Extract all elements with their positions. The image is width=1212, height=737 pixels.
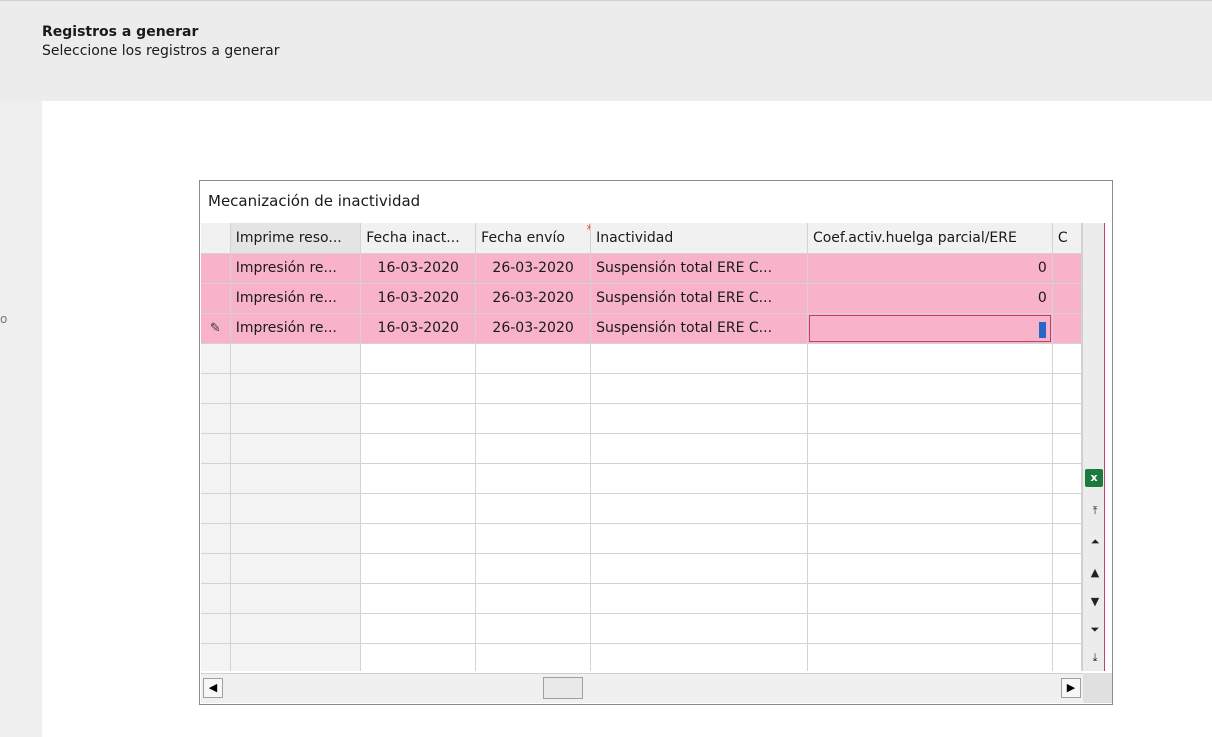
cell-imprime[interactable]: Impresión re... — [230, 283, 362, 314]
column-header-inactividad[interactable]: Inactividad — [590, 223, 808, 254]
page-up-button[interactable]: ⏶ — [1088, 534, 1102, 550]
panel-divider — [1104, 223, 1105, 671]
cell-fecha-envio[interactable]: 26-03-2020 — [475, 253, 592, 284]
empty-row[interactable] — [201, 583, 1082, 614]
inactivity-grid-panel: Mecanización de inactividad Imprime reso… — [199, 180, 1113, 705]
column-header-coef[interactable]: Coef.activ.huelga parcial/ERE — [807, 223, 1053, 254]
empty-row[interactable] — [201, 373, 1082, 404]
column-header-label: Fecha envío — [481, 229, 565, 246]
data-grid[interactable]: Imprime reso... Fecha inact... Fecha env… — [201, 223, 1082, 671]
left-strip: o — [0, 101, 42, 737]
cell-c[interactable] — [1052, 283, 1082, 314]
column-header-fecha-inactividad[interactable]: Fecha inact... — [360, 223, 477, 254]
cell-coef[interactable]: 0 — [807, 253, 1053, 284]
wizard-title: Registros a generar — [42, 24, 199, 40]
cell-imprime[interactable]: Impresión re... — [230, 313, 362, 344]
column-header-c[interactable]: C — [1052, 223, 1082, 254]
empty-row[interactable] — [201, 643, 1082, 671]
scroll-thumb[interactable] — [543, 677, 583, 699]
last-record-button[interactable]: ⤓ — [1088, 650, 1102, 666]
cell-imprime[interactable]: Impresión re... — [230, 253, 362, 284]
empty-row[interactable] — [201, 433, 1082, 464]
first-record-button[interactable]: ⤒ — [1088, 503, 1102, 519]
row-selector[interactable] — [201, 253, 231, 284]
cell-fecha-inactividad[interactable]: 16-03-2020 — [360, 253, 477, 284]
side-glyph: o — [0, 312, 8, 326]
row-selector[interactable]: ✎ — [201, 313, 231, 344]
table-row-editing[interactable]: ✎ Impresión re... 16-03-2020 26-03-2020 … — [201, 313, 1082, 344]
panel-title: Mecanización de inactividad — [208, 192, 421, 210]
empty-row[interactable] — [201, 613, 1082, 644]
cell-c[interactable] — [1052, 253, 1082, 284]
column-header-imprime[interactable]: Imprime reso... — [230, 223, 362, 254]
cell-inactividad[interactable]: Suspensión total ERE C... — [590, 283, 808, 314]
scrollbar-corner — [1083, 673, 1112, 703]
grid-header-row: Imprime reso... Fecha inact... Fecha env… — [201, 223, 1082, 254]
cell-coef[interactable]: 0 — [807, 283, 1053, 314]
empty-row[interactable] — [201, 403, 1082, 434]
excel-export-icon[interactable]: x — [1085, 469, 1103, 487]
previous-record-button[interactable]: ▲ — [1088, 565, 1102, 581]
grid-table: Imprime reso... Fecha inact... Fecha env… — [201, 223, 1082, 671]
row-selector[interactable] — [201, 283, 231, 314]
empty-row[interactable] — [201, 493, 1082, 524]
cell-coef-editor[interactable] — [807, 313, 1053, 344]
empty-row[interactable] — [201, 523, 1082, 554]
wizard-header: Registros a generar Seleccione los regis… — [0, 0, 1212, 102]
next-record-button[interactable]: ▼ — [1088, 594, 1102, 610]
table-row[interactable]: Impresión re... 16-03-2020 26-03-2020 Su… — [201, 283, 1082, 314]
cell-c[interactable] — [1052, 313, 1082, 344]
cell-editor-box[interactable] — [808, 314, 1051, 342]
empty-row[interactable] — [201, 553, 1082, 584]
page-down-button[interactable]: ⏷ — [1088, 622, 1102, 638]
cell-inactividad[interactable]: Suspensión total ERE C... — [590, 313, 808, 344]
table-row[interactable]: Impresión re... 16-03-2020 26-03-2020 Su… — [201, 253, 1082, 284]
content-area: Mecanización de inactividad Imprime reso… — [42, 101, 1212, 737]
cell-fecha-inactividad[interactable]: 16-03-2020 — [360, 313, 477, 344]
text-cursor — [1038, 321, 1046, 338]
cell-fecha-inactividad[interactable]: 16-03-2020 — [360, 283, 477, 314]
horizontal-scrollbar[interactable]: ◀ ▶ — [201, 673, 1083, 703]
empty-row[interactable] — [201, 463, 1082, 494]
scroll-left-icon[interactable]: ◀ — [203, 678, 223, 698]
row-selector-header — [201, 223, 231, 254]
cell-fecha-envio[interactable]: 26-03-2020 — [475, 283, 592, 314]
cell-fecha-envio[interactable]: 26-03-2020 — [475, 313, 592, 344]
empty-row[interactable] — [201, 343, 1082, 374]
column-header-fecha-envio[interactable]: Fecha envío* — [475, 223, 592, 254]
wizard-subtitle: Seleccione los registros a generar — [42, 43, 280, 59]
cell-inactividad[interactable]: Suspensión total ERE C... — [590, 253, 808, 284]
scroll-right-icon[interactable]: ▶ — [1061, 678, 1081, 698]
pencil-icon: ✎ — [209, 321, 221, 336]
